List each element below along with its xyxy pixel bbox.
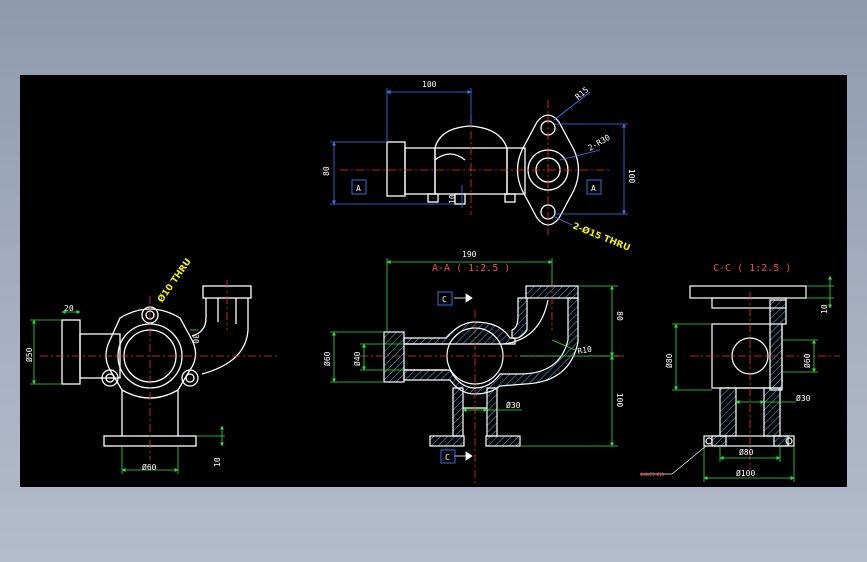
left-view-outline bbox=[61, 285, 252, 447]
section-c-dim-d80-left: Ø80 bbox=[664, 353, 674, 368]
left-hole-note: Ø10 THRU bbox=[155, 256, 193, 304]
top-dim-height-left: 80 bbox=[322, 166, 331, 176]
section-a-dim-top: 80 bbox=[615, 311, 624, 321]
left-dim-bottom: Ø60 bbox=[142, 462, 157, 472]
section-c-leader-note: 4HOLES Ø10 bbox=[640, 472, 665, 477]
top-view-centerlines bbox=[340, 100, 610, 235]
section-a-dim-d60: Ø60 bbox=[322, 351, 332, 366]
top-view: 100 80 100 10 R15 2-R30 2-Ø15 THRU A A bbox=[322, 80, 636, 254]
top-dim-width: 100 bbox=[422, 80, 437, 89]
section-a-view: A-A ( 1:2.5 ) 190 80 100 Ø60 Ø40 Ø30 R10… bbox=[322, 250, 625, 485]
section-c-dim-top: 10 bbox=[820, 304, 829, 314]
top-radius-outer: R15 bbox=[574, 85, 591, 101]
top-dim-small: 10 bbox=[448, 194, 457, 204]
section-c-view: C-C ( 1:2.5 ) 10 Ø80 Ø60 Ø30 Ø80 Ø100 4H… bbox=[640, 263, 840, 482]
left-dim-top: 20 bbox=[64, 304, 74, 313]
left-dim-side: 30 bbox=[191, 334, 200, 344]
cad-viewer: 100 80 100 10 R15 2-R30 2-Ø15 THRU A A 2… bbox=[0, 0, 867, 562]
top-view-dimensions bbox=[330, 88, 628, 226]
section-c-leader bbox=[640, 445, 707, 475]
top-marker-a-right-label: A bbox=[591, 184, 596, 193]
section-a-hatch bbox=[383, 285, 579, 447]
left-dim-base: 10 bbox=[213, 457, 222, 467]
section-a-title: A-A ( 1:2.5 ) bbox=[432, 263, 510, 274]
section-a-dim-width: 190 bbox=[462, 250, 477, 259]
section-c-dim-d80-bottom: Ø80 bbox=[739, 447, 754, 457]
section-a-dim-bottom: 100 bbox=[615, 393, 624, 408]
section-a-dim-d30: Ø30 bbox=[506, 400, 521, 410]
section-c-outline bbox=[689, 285, 807, 447]
section-c-dim-d100: Ø100 bbox=[736, 468, 755, 478]
top-marker-a-left-label: A bbox=[356, 184, 361, 193]
section-a-marker-c-bottom-label: C bbox=[445, 453, 450, 462]
left-view-centerlines bbox=[40, 280, 280, 460]
section-c-dim-d60: Ø60 bbox=[802, 353, 812, 368]
section-c-title: C-C ( 1:2.5 ) bbox=[713, 263, 791, 274]
top-radius-inner: 2-R30 bbox=[587, 133, 613, 153]
section-a-marker-c-top-label: C bbox=[442, 295, 447, 304]
drawing-sheet: 100 80 100 10 R15 2-R30 2-Ø15 THRU A A 2… bbox=[24, 80, 840, 485]
left-dim-diameter: Ø50 bbox=[24, 347, 34, 362]
section-a-dim-d40: Ø40 bbox=[352, 351, 362, 366]
section-a-radius: R10 bbox=[577, 345, 593, 356]
top-holes-note: 2-Ø15 THRU bbox=[571, 221, 632, 254]
top-dim-height-right: 100 bbox=[627, 169, 636, 184]
left-view: 20 Ø50 30 Ø60 10 Ø10 THRU bbox=[24, 256, 280, 474]
section-c-dim-d30: Ø30 bbox=[796, 393, 811, 403]
